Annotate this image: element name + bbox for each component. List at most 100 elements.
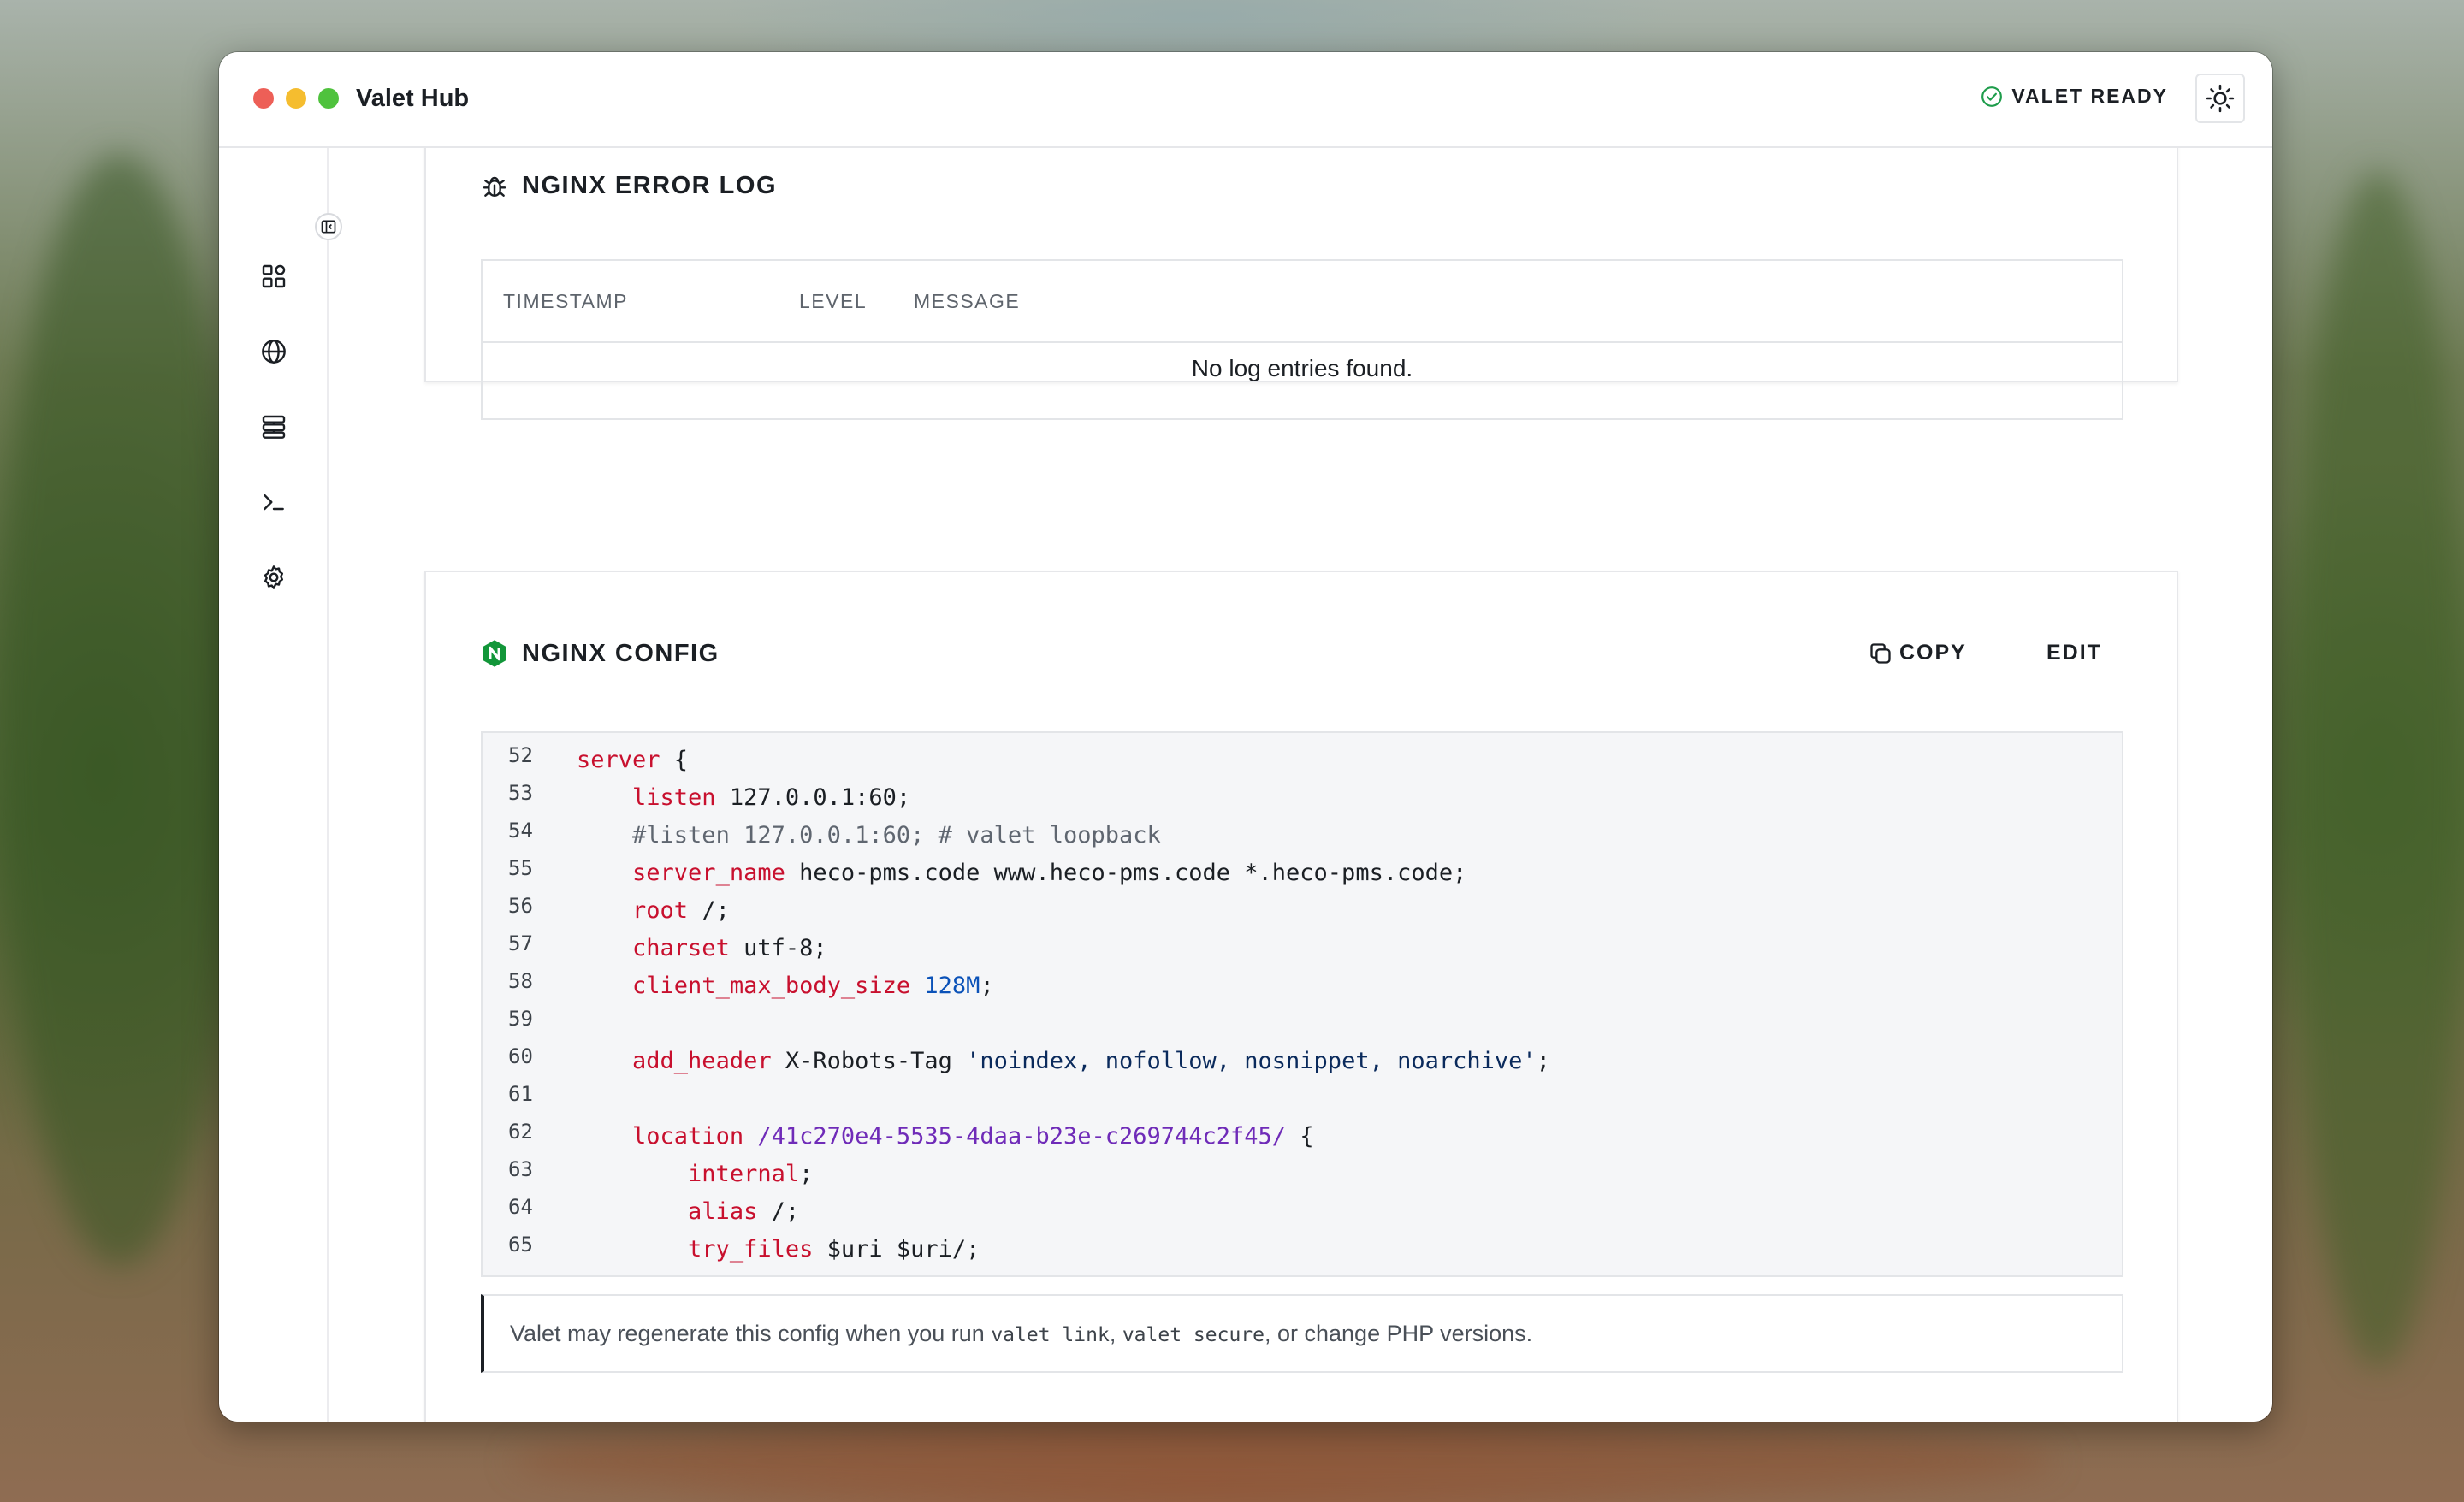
nginx-config-title: NGINX CONFIG bbox=[522, 639, 720, 667]
line-number: 65 bbox=[508, 1233, 533, 1257]
edit-label: EDIT bbox=[2046, 641, 2102, 665]
note-command-link: valet link bbox=[991, 1323, 1110, 1346]
note-command-secure: valet secure bbox=[1122, 1323, 1265, 1346]
edit-button[interactable]: EDIT bbox=[2046, 641, 2102, 665]
sidebar-item-settings[interactable] bbox=[258, 562, 289, 593]
error-log-table: TIMESTAMP LEVEL MESSAGE No log entries f… bbox=[481, 259, 2123, 420]
theme-toggle-button[interactable] bbox=[2195, 74, 2245, 123]
code-token-cmt: #listen 127.0.0.1:60; # valet loopback bbox=[632, 822, 1161, 849]
code-text: server_name heco-pms.code www.heco-pms.c… bbox=[577, 860, 1466, 886]
column-timestamp[interactable]: TIMESTAMP bbox=[503, 290, 628, 313]
code-token: X-Robots-Tag bbox=[771, 1048, 967, 1074]
code-line: 57 charset utf-8; bbox=[483, 931, 2122, 973]
code-line: 53 listen 127.0.0.1:60; bbox=[483, 781, 2122, 822]
app-window: Valet Hub VALET READY NGINX ERROR LOG TI… bbox=[219, 52, 2272, 1422]
bug-icon bbox=[483, 176, 506, 197]
code-text: location /41c270e4-5535-4daa-b23e-c26974… bbox=[577, 1123, 1314, 1150]
code-token-str: 'noindex, nofollow, nosnippet, noarchive… bbox=[966, 1048, 1537, 1074]
code-token: ; bbox=[980, 973, 994, 999]
code-line: 54 #listen 127.0.0.1:60; # valet loopbac… bbox=[483, 819, 2122, 860]
sun-icon bbox=[2206, 84, 2235, 113]
config-code-block[interactable]: 52 server {53 listen 127.0.0.1:60; 54 #lis… bbox=[481, 731, 2123, 1277]
code-token-kw: alias bbox=[688, 1198, 758, 1225]
copy-button[interactable]: COPY bbox=[1869, 641, 1967, 665]
code-token: heco-pms.code www.heco-pms.code *.heco-p… bbox=[785, 860, 1467, 886]
code-token-kw: root bbox=[632, 897, 689, 924]
code-token-kw: add_header bbox=[632, 1048, 772, 1074]
code-token-kw: listen bbox=[632, 784, 716, 811]
code-token-kw: client_max_body_size bbox=[632, 973, 911, 999]
maximize-window-button[interactable] bbox=[318, 88, 339, 109]
line-number: 62 bbox=[508, 1120, 533, 1144]
note-text: Valet may regenerate this config when yo… bbox=[510, 1321, 1532, 1347]
code-line: 55 server_name heco-pms.code www.heco-pm… bbox=[483, 856, 2122, 897]
code-token-num: 128M bbox=[924, 973, 980, 999]
sidebar-item-dashboard[interactable] bbox=[258, 261, 289, 292]
code-line: 52 server { bbox=[483, 743, 2122, 784]
code-text: charset utf-8; bbox=[577, 935, 827, 961]
server-icon bbox=[262, 415, 286, 439]
line-number: 60 bbox=[508, 1044, 533, 1068]
nginx-config-header: NGINX CONFIG bbox=[481, 639, 720, 668]
code-text: try_files $uri $uri/; bbox=[577, 1236, 980, 1263]
line-number: 61 bbox=[508, 1082, 533, 1106]
line-number: 58 bbox=[508, 969, 533, 993]
line-number: 63 bbox=[508, 1157, 533, 1181]
line-number: 59 bbox=[508, 1007, 533, 1031]
code-token-path: /41c270e4-5535-4daa-b23e-c269744c2f45/ bbox=[757, 1123, 1287, 1150]
code-line: 61 bbox=[483, 1082, 2122, 1123]
minimize-window-button[interactable] bbox=[286, 88, 306, 109]
code-text: internal; bbox=[577, 1161, 813, 1187]
line-number: 55 bbox=[508, 856, 533, 880]
note-text-separator: , bbox=[1109, 1320, 1122, 1346]
code-text: root /; bbox=[577, 897, 730, 924]
code-line: 56 root /; bbox=[483, 894, 2122, 935]
sidebar-item-sites[interactable] bbox=[258, 336, 289, 367]
code-token-kw: server_name bbox=[632, 860, 785, 886]
code-token: { bbox=[1286, 1123, 1314, 1150]
error-log-title: NGINX ERROR LOG bbox=[522, 172, 778, 199]
copy-label: COPY bbox=[1899, 641, 1967, 665]
code-text: #listen 127.0.0.1:60; # valet loopback bbox=[577, 822, 1161, 849]
error-log-header: NGINX ERROR LOG bbox=[481, 172, 777, 200]
code-token-kw: internal bbox=[688, 1161, 800, 1187]
code-line: 63 internal; bbox=[483, 1157, 2122, 1198]
config-note: Valet may regenerate this config when yo… bbox=[481, 1294, 2123, 1373]
code-text: client_max_body_size 128M; bbox=[577, 973, 994, 999]
empty-state-text: No log entries found. bbox=[1191, 355, 1413, 381]
code-token: ; bbox=[799, 1161, 814, 1187]
code-line: 62 location /41c270e4-5535-4daa-b23e-c26… bbox=[483, 1120, 2122, 1161]
sidebar-collapse-button[interactable] bbox=[315, 213, 342, 240]
line-number: 57 bbox=[508, 931, 533, 955]
sidebar-toggle-icon bbox=[321, 220, 336, 234]
sidebar-item-services[interactable] bbox=[258, 411, 289, 442]
check-circle-icon bbox=[1981, 86, 2003, 107]
close-window-button[interactable] bbox=[253, 88, 274, 109]
sidebar-item-terminal[interactable] bbox=[258, 487, 289, 517]
code-token: ; bbox=[1536, 1048, 1550, 1074]
status-indicator: VALET READY bbox=[1981, 85, 2168, 108]
nginx-logo-icon bbox=[483, 640, 506, 667]
column-level[interactable]: LEVEL bbox=[799, 290, 867, 313]
error-log-card: NGINX ERROR LOG TIMESTAMP LEVEL MESSAGE … bbox=[424, 148, 2178, 420]
column-message[interactable]: MESSAGE bbox=[914, 290, 1020, 313]
line-number: 54 bbox=[508, 819, 533, 843]
code-token-kw: location bbox=[632, 1123, 744, 1150]
code-text: add_header X-Robots-Tag 'noindex, nofoll… bbox=[577, 1048, 1550, 1074]
code-token: $uri $uri/; bbox=[813, 1236, 980, 1263]
status-label: VALET READY bbox=[2011, 85, 2168, 107]
copy-icon bbox=[1870, 642, 1891, 664]
code-token: /; bbox=[757, 1198, 800, 1225]
code-text: alias /; bbox=[577, 1198, 799, 1225]
main-content: NGINX ERROR LOG TIMESTAMP LEVEL MESSAGE … bbox=[330, 148, 2272, 1422]
code-token: 127.0.0.1:60; bbox=[715, 784, 911, 811]
